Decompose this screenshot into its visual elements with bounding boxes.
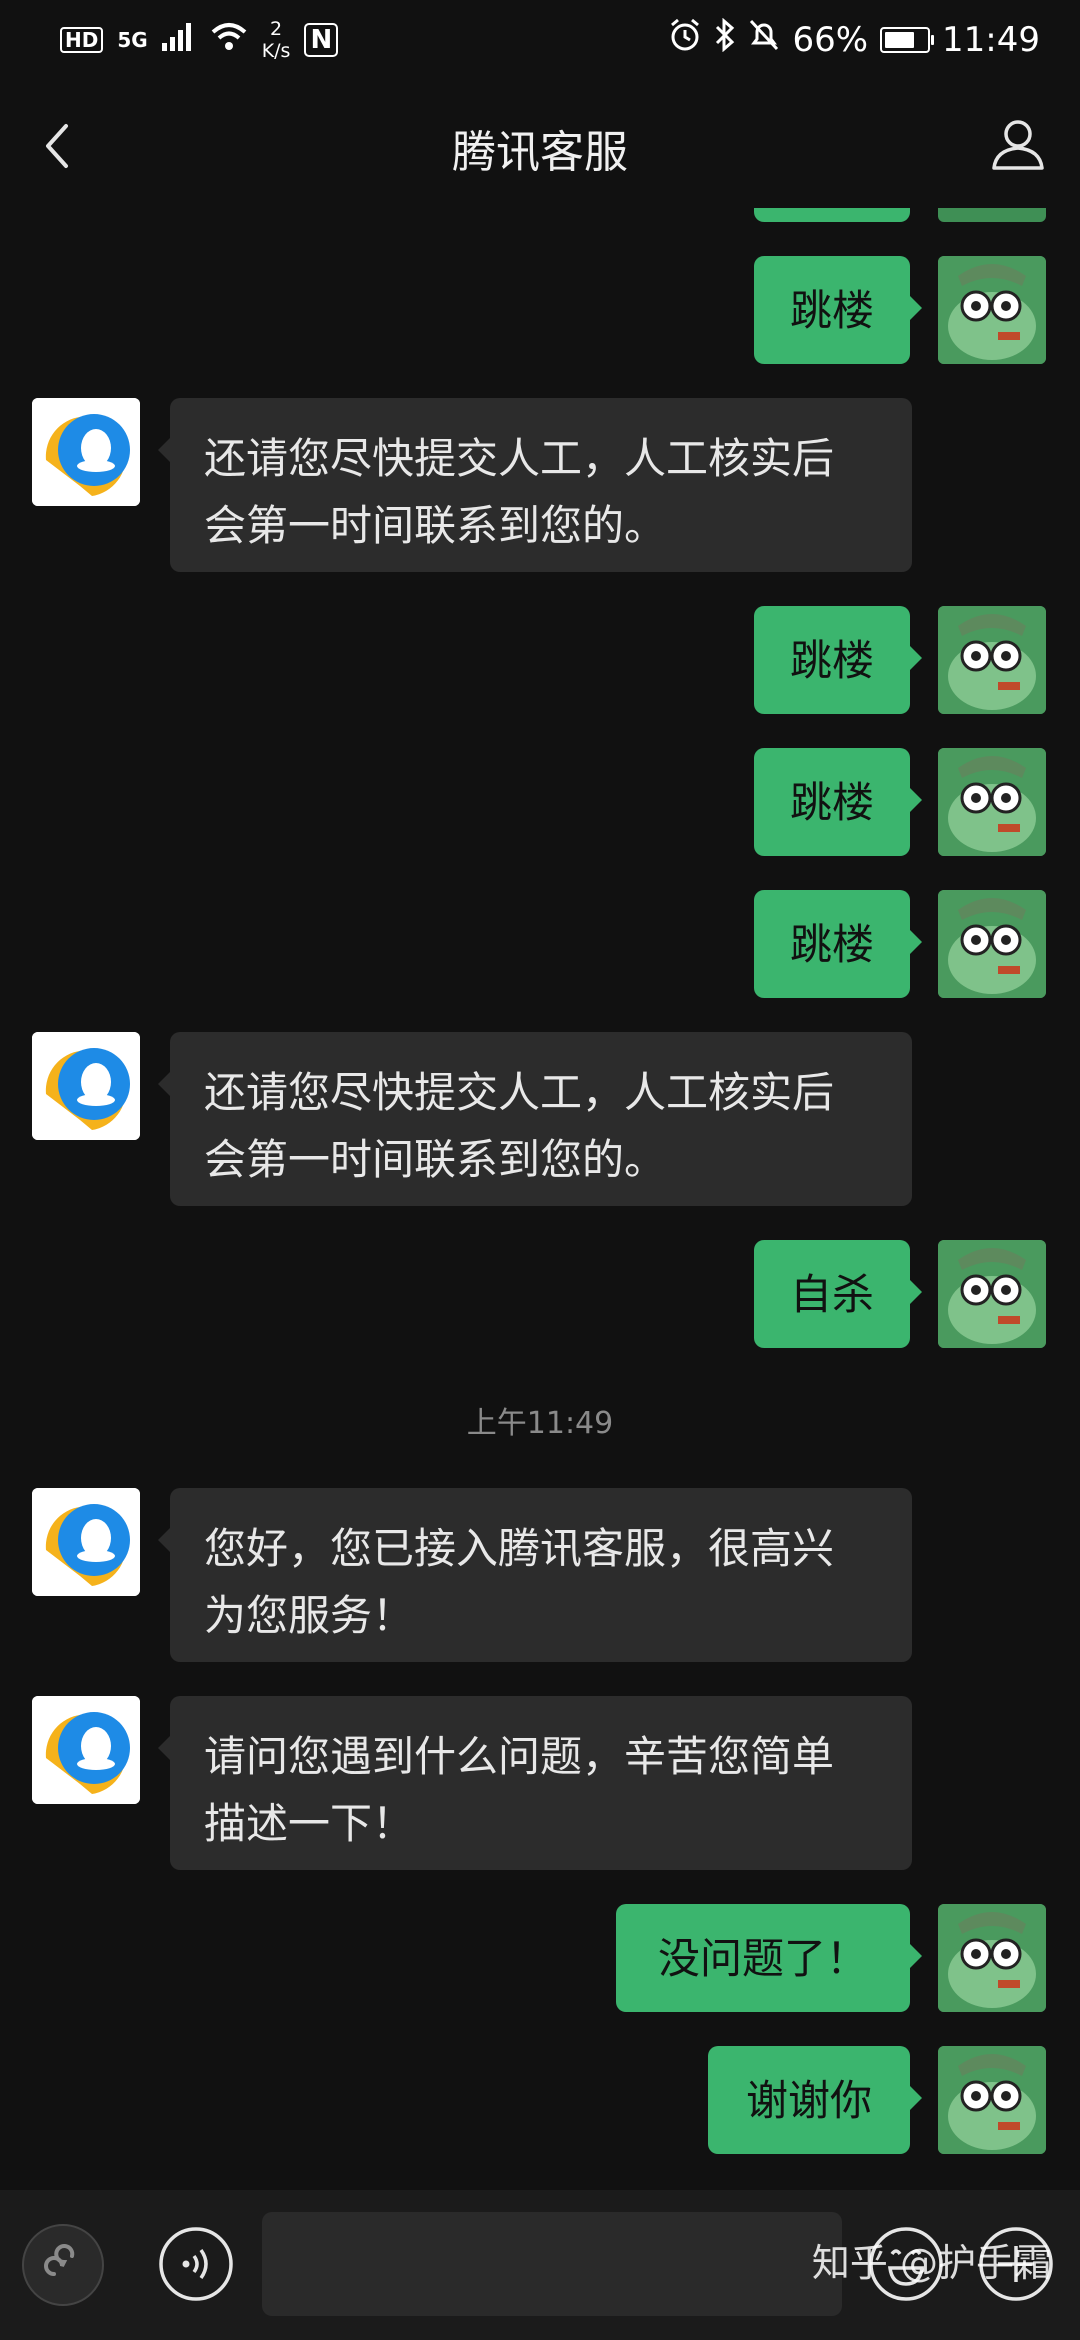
status-left: HD 5G 2 K/s N [60,18,339,62]
message-input[interactable] [262,2212,842,2316]
message-bubble[interactable]: 没问题了！ [616,1904,922,2012]
avatar[interactable] [32,1488,140,1596]
message-text: 跳楼 [789,919,874,969]
nfc-icon: N [304,23,339,57]
message-line: 会第一时间联系到您的。 [204,1135,667,1184]
page-title: 腾讯客服 [452,127,628,178]
mini-program-icon [22,2224,104,2306]
wifi-icon [210,20,248,60]
message-line: 还请您尽快提交人工，人工核实后 [204,1068,835,1117]
avatar[interactable] [32,398,140,506]
mute-bell-icon [748,18,780,61]
watermark: 知乎 @护手霜 [811,2241,1052,2285]
avatar[interactable] [938,748,1046,856]
message-bubble[interactable]: 跳楼 [754,256,922,364]
message-line: 描述一下！ [204,1799,415,1848]
clock: 11:49 [942,19,1040,60]
message-text: 没问题了！ [657,1933,868,1983]
avatar[interactable] [938,256,1046,364]
bluetooth-icon [714,17,736,61]
avatar[interactable] [32,1032,140,1140]
message-line: 请问您遇到什么问题，辛苦您简单 [204,1732,835,1781]
avatar[interactable] [938,890,1046,998]
status-right: 66% 11:49 [668,17,1040,61]
message-text: 跳楼 [789,285,874,335]
message-line: 您好，您已接入腾讯客服，很高兴 [204,1524,835,1573]
message-text: 自杀 [789,1269,874,1319]
message-bubble[interactable]: 谢谢你 [708,2046,922,2154]
alarm-icon [668,18,702,61]
message-line: 会第一时间联系到您的。 [204,501,667,550]
person-icon [992,120,1044,170]
message-bubble[interactable]: 请问您遇到什么问题，辛苦您简单 描述一下！ [158,1696,912,1870]
network-type: 5G [117,28,148,52]
message-text: 谢谢你 [745,2075,872,2125]
message-bubble[interactable]: 您好，您已接入腾讯客服，很高兴 为您服务！ [158,1488,912,1662]
avatar[interactable] [32,1696,140,1804]
battery-percent: 66% [792,19,869,60]
message-bubble[interactable]: 跳楼 [754,890,922,998]
message-bubble[interactable]: 还请您尽快提交人工，人工核实后 会第一时间联系到您的。 [158,1032,912,1206]
message-line: 还请您尽快提交人工，人工核实后 [204,434,835,483]
message-text: 跳楼 [789,777,874,827]
speed-value: 2 [270,18,283,40]
message-bubble[interactable]: 自杀 [754,1240,922,1348]
avatar[interactable] [938,606,1046,714]
voice-icon [159,2227,233,2301]
status-bar: HD 5G 2 K/s N 66% 11:49 [0,0,1080,80]
message-timestamp: 上午11:49 [466,1406,614,1441]
voice-button[interactable] [156,2224,236,2304]
input-bar: 知乎 @护手霜 [0,2190,1080,2340]
signal-icon [161,20,196,60]
mini-program-button[interactable] [20,2222,106,2308]
chat-info-button[interactable] [986,112,1050,176]
chat-header: 腾讯客服 [0,88,1080,208]
avatar[interactable] [938,1904,1046,2012]
speed-unit: K/s [261,40,291,62]
hd-indicator: HD [60,27,104,53]
message-line: 为您服务！ [204,1591,415,1640]
message-bubble[interactable]: 还请您尽快提交人工，人工核实后 会第一时间联系到您的。 [158,398,912,572]
network-speed: 2 K/s [262,18,291,62]
message-bubble[interactable]: 跳楼 [754,748,922,856]
avatar[interactable] [938,2046,1046,2154]
message-text: 跳楼 [789,635,874,685]
battery-icon [880,26,935,53]
message-bubble[interactable]: 跳楼 [754,606,922,714]
avatar[interactable] [938,1240,1046,1348]
